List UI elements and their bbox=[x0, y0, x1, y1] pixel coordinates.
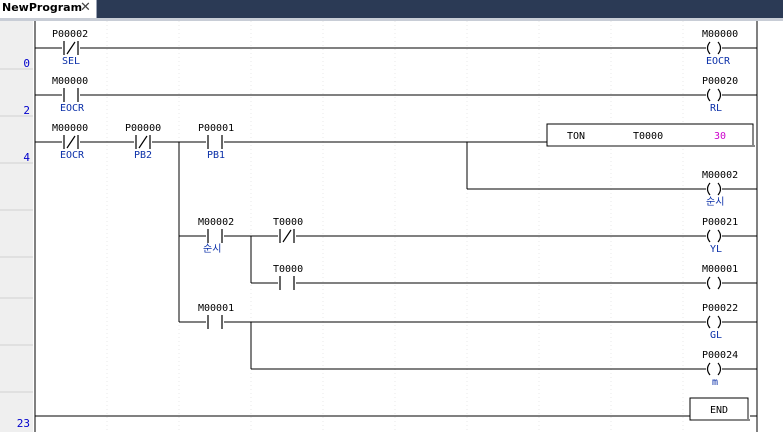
end-label: END bbox=[710, 405, 728, 416]
coil-M00000[interactable] bbox=[706, 41, 722, 55]
coil-comment-label: YL bbox=[710, 244, 722, 255]
contact-P00001[interactable] bbox=[207, 135, 223, 149]
contact-device-label: P00002 bbox=[52, 29, 88, 40]
coil-comment-label: EOCR bbox=[706, 56, 731, 67]
tab-bar: NewProgram ✕ bbox=[0, 0, 783, 18]
coil-comment-label: 순시 bbox=[706, 196, 724, 208]
coil-comment-label: RL bbox=[710, 103, 722, 114]
coil-P00020[interactable] bbox=[706, 88, 722, 102]
contact-device-label: P00000 bbox=[125, 123, 161, 134]
ladder-canvas[interactable]: TON T0000 30 END P00002 SEL M00000 EOCR … bbox=[0, 21, 783, 432]
contact-device-label: M00002 bbox=[198, 217, 234, 228]
contact-M00000-no[interactable] bbox=[63, 88, 79, 102]
coil-device-label: P00024 bbox=[702, 350, 738, 361]
contact-device-label: T0000 bbox=[273, 264, 303, 275]
tab-newprogram[interactable]: NewProgram ✕ bbox=[0, 0, 97, 18]
coil-device-label: M00002 bbox=[702, 170, 738, 181]
contact-M00001[interactable] bbox=[207, 315, 223, 329]
ladder-wires bbox=[35, 47, 757, 417]
contact-comment-label: EOCR bbox=[60, 103, 85, 114]
step-number: 4 bbox=[23, 151, 30, 164]
contact-comment-label: EOCR bbox=[60, 150, 85, 161]
contact-comment-label: SEL bbox=[62, 56, 80, 67]
coil-device-label: P00020 bbox=[702, 76, 738, 87]
tab-title: NewProgram bbox=[2, 1, 83, 14]
coil-M00002[interactable] bbox=[706, 182, 722, 196]
timer-device: T0000 bbox=[633, 131, 663, 142]
coil-P00021[interactable] bbox=[706, 229, 722, 243]
ladder-editor[interactable]: TON T0000 30 END P00002 SEL M00000 EOCR … bbox=[0, 21, 783, 432]
contact-P00000[interactable] bbox=[135, 135, 151, 149]
coil-comment-label: GL bbox=[710, 330, 722, 341]
coil-P00022[interactable] bbox=[706, 315, 722, 329]
gutter-row-lines bbox=[0, 68, 33, 393]
coil-device-label: M00000 bbox=[702, 29, 738, 40]
contact-comment-label: 순시 bbox=[203, 243, 221, 255]
step-number: 23 bbox=[16, 417, 30, 430]
contact-device-label: M00000 bbox=[52, 76, 88, 87]
contact-P00002[interactable] bbox=[63, 41, 79, 55]
step-number: 2 bbox=[23, 104, 30, 117]
contact-comment-label: PB2 bbox=[134, 150, 152, 161]
step-number: 0 bbox=[23, 57, 30, 70]
contact-T0000-nc[interactable] bbox=[279, 229, 295, 243]
contact-M00002[interactable] bbox=[207, 229, 223, 243]
contact-device-label: T0000 bbox=[273, 217, 303, 228]
coil-device-label: P00022 bbox=[702, 303, 738, 314]
timer-instruction: TON bbox=[567, 131, 585, 142]
contact-device-label: P00001 bbox=[198, 123, 234, 134]
contact-M00000-nc[interactable] bbox=[63, 135, 79, 149]
coil-device-label: M00001 bbox=[702, 264, 738, 275]
coil-device-label: P00021 bbox=[702, 217, 738, 228]
contact-comment-label: PB1 bbox=[207, 150, 225, 161]
coil-P00024[interactable] bbox=[706, 362, 722, 376]
contact-T0000-no[interactable] bbox=[279, 276, 295, 290]
coil-M00001[interactable] bbox=[706, 276, 722, 290]
close-icon[interactable]: ✕ bbox=[80, 0, 91, 15]
timer-preset: 30 bbox=[714, 131, 726, 142]
coil-comment-label: m bbox=[712, 377, 718, 388]
contact-device-label: M00000 bbox=[52, 123, 88, 134]
grid-lines bbox=[106, 21, 684, 432]
contact-device-label: M00001 bbox=[198, 303, 234, 314]
